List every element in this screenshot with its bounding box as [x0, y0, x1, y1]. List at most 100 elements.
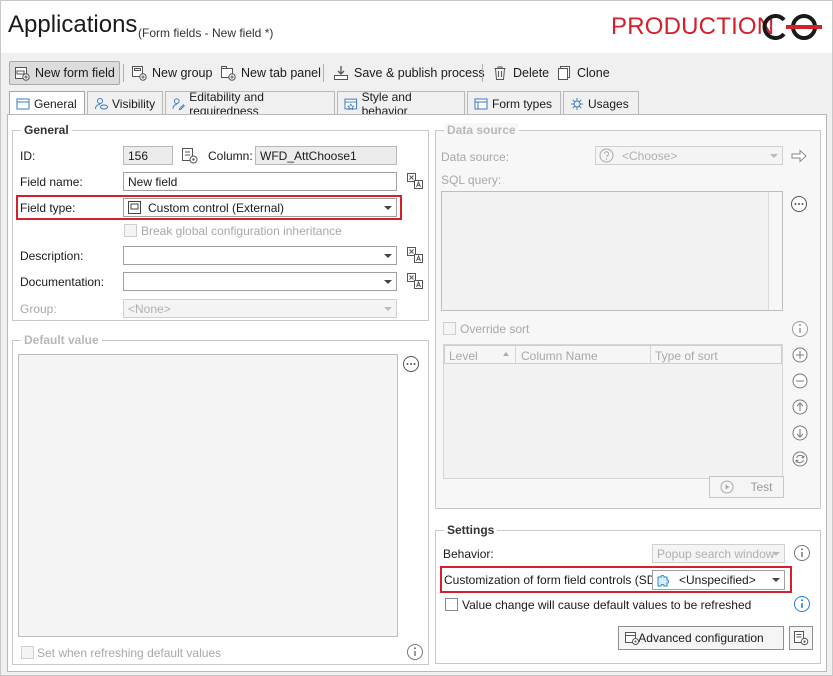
column-divider: [515, 346, 516, 363]
new-tab-panel-icon: [221, 66, 236, 81]
tab-style-behavior[interactable]: Style and behavior: [337, 90, 465, 118]
chevron-down-icon: [770, 154, 778, 158]
sdk-label: Customization of form field controls (SD…: [444, 573, 671, 587]
toolbar-separator: [323, 64, 324, 82]
field-type-select[interactable]: Custom control (External): [123, 198, 397, 217]
save-publish-icon: [334, 66, 348, 80]
add-icon[interactable]: [791, 346, 809, 364]
chevron-down-icon: [384, 254, 392, 258]
delete-button[interactable]: Delete: [488, 61, 553, 85]
info-icon[interactable]: [406, 643, 424, 661]
default-value-editor[interactable]: [18, 354, 398, 637]
test-button[interactable]: Test: [709, 476, 784, 498]
general-group: General ID: 156 Column: WFD_AttChoose1 F…: [12, 123, 429, 321]
tab-form-types[interactable]: Form types: [467, 91, 561, 115]
field-type-label: Field type:: [20, 201, 76, 215]
chevron-down-icon: [772, 578, 780, 582]
field-type-value: Custom control (External): [148, 201, 285, 215]
advanced-configuration-label: Advanced configuration: [638, 631, 764, 645]
group-select[interactable]: <None>: [123, 299, 397, 318]
tab-usages[interactable]: Usages: [563, 91, 639, 115]
arrow-right-icon[interactable]: [790, 147, 808, 165]
sql-query-editor[interactable]: [441, 191, 783, 311]
sort-grid-header: Level Column Name Type of sort: [444, 345, 782, 364]
default-value-group: Default value Set when refreshing defaul…: [12, 333, 429, 665]
tab-visibility[interactable]: Visibility: [87, 91, 163, 115]
tab-strip: General Visibility Editability and requi…: [1, 90, 832, 118]
clone-icon: [558, 66, 570, 80]
play-icon: [720, 480, 734, 494]
tab-form-types-label: Form types: [492, 96, 553, 111]
field-name-label: Field name:: [20, 175, 83, 189]
move-up-icon[interactable]: [791, 398, 809, 416]
chevron-down-icon: [384, 307, 392, 311]
style-icon: [344, 98, 358, 110]
toolbar-separator: [482, 64, 483, 82]
new-tab-panel-button[interactable]: New tab panel: [216, 61, 325, 85]
save-publish-button[interactable]: Save & publish process: [329, 61, 489, 85]
behavior-label: Behavior:: [443, 547, 494, 561]
settings-title: Settings: [444, 523, 498, 537]
more-options-icon[interactable]: [402, 355, 420, 373]
column-label: Column:: [208, 149, 253, 163]
sdk-select[interactable]: <Unspecified>: [652, 570, 785, 590]
usages-icon: [571, 97, 583, 110]
id-settings-icon[interactable]: [181, 147, 199, 165]
more-options-icon[interactable]: [790, 195, 808, 213]
column-header-column-name[interactable]: Column Name: [521, 349, 598, 363]
description-input[interactable]: [123, 246, 397, 265]
set-when-refreshing-label: Set when refreshing default values: [37, 646, 222, 660]
new-form-field-button[interactable]: New form field: [9, 61, 120, 85]
move-down-icon[interactable]: [791, 424, 809, 442]
remove-icon[interactable]: [791, 372, 809, 390]
info-icon[interactable]: [791, 320, 809, 338]
override-sort-label: Override sort: [460, 322, 530, 336]
tab-editability[interactable]: Editability and requiredness: [165, 90, 335, 118]
sort-up-icon: [503, 352, 509, 356]
translate-icon[interactable]: [406, 272, 424, 290]
column-header-level[interactable]: Level: [449, 349, 478, 363]
id-field: 156: [123, 146, 173, 165]
behavior-value: Popup search window: [657, 547, 775, 561]
brand-logo-icon: [762, 14, 822, 40]
data-source-label: Data source:: [441, 150, 510, 164]
field-name-input[interactable]: New field: [123, 172, 397, 191]
tab-general-label: General: [34, 97, 77, 111]
override-sort-checkbox[interactable]: [443, 322, 456, 335]
visibility-icon: [95, 97, 108, 109]
advanced-configuration-button[interactable]: Advanced configuration: [618, 626, 784, 650]
documentation-label: Documentation:: [20, 275, 105, 289]
sdk-value: <Unspecified>: [679, 573, 756, 587]
new-form-field-icon: [15, 67, 30, 81]
column-divider: [650, 346, 651, 363]
data-source-title: Data source: [444, 123, 519, 137]
new-tab-panel-label: New tab panel: [241, 66, 321, 80]
sql-scrollbar[interactable]: [768, 192, 782, 310]
clone-button[interactable]: Clone: [552, 61, 614, 85]
set-when-refreshing-checkbox[interactable]: [21, 646, 34, 659]
refresh-icon[interactable]: [791, 450, 809, 468]
test-button-label: Test: [750, 480, 773, 494]
page-subtitle: (Form fields - New field *): [138, 26, 274, 40]
info-icon[interactable]: [793, 544, 811, 562]
value-change-label: Value change will cause default values t…: [462, 598, 752, 612]
data-source-select[interactable]: <Choose>: [595, 146, 783, 165]
info-icon[interactable]: [793, 595, 811, 613]
break-inheritance-checkbox[interactable]: [124, 224, 137, 237]
behavior-select[interactable]: Popup search window: [652, 544, 785, 563]
translate-icon[interactable]: [406, 172, 424, 190]
new-group-button[interactable]: New group: [127, 61, 216, 85]
toolbar: New form field New group New tab panel S…: [1, 53, 832, 91]
documentation-input[interactable]: [123, 272, 397, 291]
tab-usages-label: Usages: [588, 96, 629, 111]
advanced-config-icon: [625, 632, 639, 645]
sdk-settings-button[interactable]: [789, 626, 813, 650]
tab-content-general: General ID: 156 Column: WFD_AttChoose1 F…: [7, 114, 827, 672]
trash-icon: [494, 66, 506, 80]
tab-general[interactable]: General: [9, 91, 85, 116]
value-change-checkbox[interactable]: [445, 598, 458, 611]
translate-icon[interactable]: [406, 246, 424, 264]
column-header-type-of-sort[interactable]: Type of sort: [655, 349, 718, 363]
editability-icon: [172, 97, 185, 110]
chevron-down-icon: [772, 552, 780, 556]
